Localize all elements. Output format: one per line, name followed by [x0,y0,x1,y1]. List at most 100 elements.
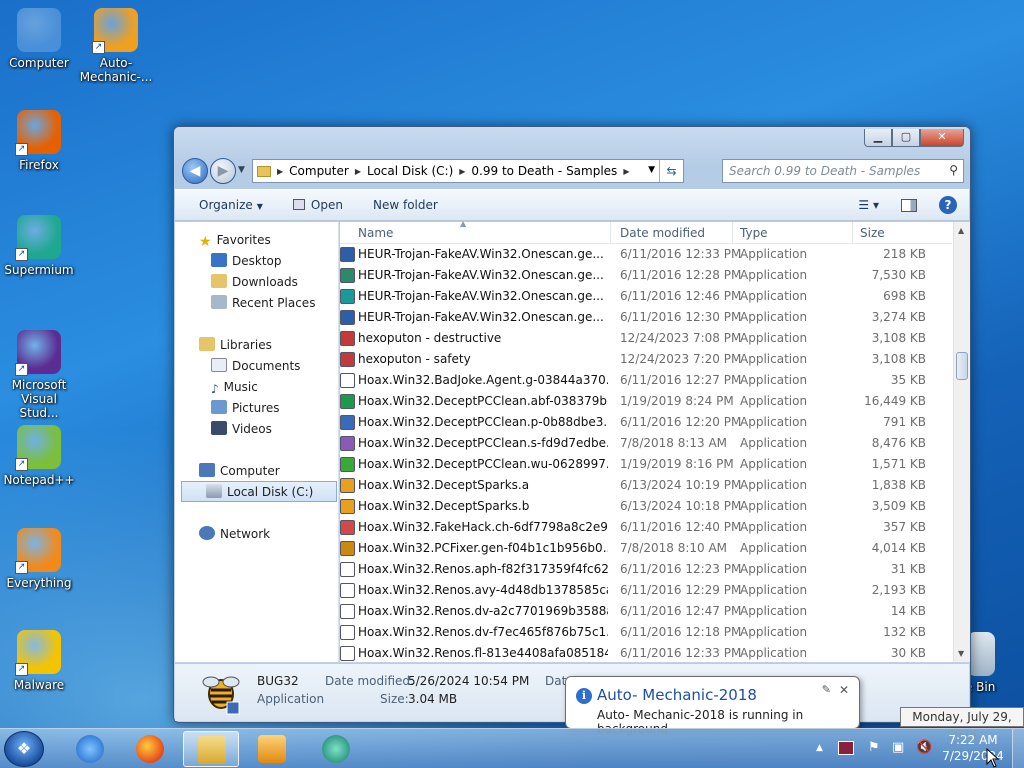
organize-button[interactable]: Organize ▼ [199,198,263,212]
desktop-icon-firefox[interactable]: ↗ Firefox [1,110,77,172]
desktop-icon [211,253,227,267]
taskbar-firefox[interactable] [122,731,178,767]
nav-network[interactable]: Network [199,524,363,545]
column-divider[interactable] [852,222,853,244]
table-row[interactable]: Hoax.Win32.DeceptSparks.b 6/13/2024 10:18… [340,496,952,517]
table-row[interactable]: hexoputon - safety 12/24/2023 7:20 PM Appl… [340,349,952,370]
desktop-icon-notepad-plus[interactable]: ↗ Notepad++ [1,425,77,487]
search-input[interactable]: Search 0.99 to Death - Samples ⚲ [722,159,964,183]
desktop-icon-computer[interactable]: Computer [1,8,77,70]
table-row[interactable]: Hoax.Win32.DeceptPCClean.abf-038379b... 1… [340,391,952,412]
action-center-flag-icon[interactable]: ⚑ [868,740,880,755]
desktop-icon-warning[interactable]: ↗ Malware [1,630,77,692]
tray-app-icon[interactable] [838,741,854,755]
scroll-down-icon[interactable]: ▼ [958,649,964,658]
scroll-up-icon[interactable]: ▲ [958,226,964,235]
file-type: Application [740,457,808,471]
file-name: Hoax.Win32.DeceptPCClean.abf-038379b... [358,394,608,408]
file-size: 7,530 KB [871,268,926,282]
close-icon[interactable]: ✕ [839,683,849,697]
breadcrumb-local-disk[interactable]: Local Disk (C:) [367,164,453,178]
file-size: 35 KB [890,373,926,387]
help-icon[interactable]: ? [939,196,957,214]
scroll-thumb[interactable] [956,352,968,380]
taskbar-media-player[interactable] [244,731,300,767]
mouse-cursor-icon [986,748,1000,768]
maximize-button[interactable]: ▢ [892,129,920,147]
table-row[interactable]: HEUR-Trojan-FakeAV.Win32.Onescan.ge... 6/… [340,307,952,328]
table-row[interactable]: HEUR-Trojan-FakeAV.Win32.Onescan.ge... 6/… [340,244,952,265]
table-row[interactable]: Hoax.Win32.DeceptPCClean.wu-0628997... 1/… [340,454,952,475]
new-folder-button[interactable]: New folder [373,198,438,212]
recent-pages-dropdown[interactable]: ▼ [238,165,245,175]
desktop-icon-visual-studio[interactable]: ↗ Microsoft Visual Stud... [1,330,77,420]
preview-pane-icon[interactable] [901,198,917,212]
file-size: 3,108 KB [871,331,926,345]
taskbar-explorer[interactable] [183,731,239,767]
column-name[interactable]: Name [358,226,393,240]
breadcrumb-separator[interactable]: ▶ [355,167,361,176]
show-desktop-button[interactable] [1012,729,1024,768]
taskbar-supermium[interactable] [308,731,364,767]
table-row[interactable]: HEUR-Trojan-FakeAV.Win32.Onescan.ge... 6/… [340,265,952,286]
start-button[interactable]: ❖ [4,731,44,767]
notification-balloon[interactable]: i Auto- Mechanic-2018 Auto- Mechanic-201… [565,676,860,736]
taskbar-internet-explorer[interactable] [62,731,118,767]
search-icon[interactable]: ⚲ [949,163,958,177]
table-row[interactable]: hexoputon - destructive 12/24/2023 7:08 P… [340,328,952,349]
table-row[interactable]: Hoax.Win32.Renos.dv-a2c7701969b3588a... 6… [340,601,952,622]
desktop-icon-label: Microsoft Visual Stud... [11,378,67,420]
back-button[interactable]: ◀ [182,158,208,184]
desktop-icon-supermium[interactable]: ↗ Supermium [1,215,77,277]
breadcrumb-separator[interactable]: ▶ [277,167,283,176]
open-button[interactable]: Open [292,198,343,212]
file-type: Application [740,415,808,429]
table-row[interactable]: Hoax.Win32.DeceptPCClean.s-fd9d7edbe... 7… [340,433,952,454]
network-icon [199,526,215,540]
table-row[interactable]: Hoax.Win32.Renos.dv-f7ec465f876b75c1... 6… [340,622,952,643]
forward-button[interactable]: ▶ [210,158,236,184]
table-row[interactable]: Hoax.Win32.Renos.fl-813e4408afa085184...… [340,643,952,664]
table-row[interactable]: Hoax.Win32.BadJoke.Agent.g-03844a370... 6… [340,370,952,391]
file-date: 6/11/2016 12:33 PM [620,247,742,261]
breadcrumb-computer[interactable]: Computer [289,164,349,178]
settings-icon[interactable]: ✎ [822,683,831,696]
breadcrumb-separator[interactable]: ▶ [623,167,629,176]
column-divider[interactable] [732,222,733,244]
refresh-icon[interactable]: ⇆ [659,160,683,182]
shortcut-arrow-icon: ↗ [92,41,105,54]
column-date[interactable]: Date modified [620,226,705,240]
desktop-icon-everything[interactable]: ↗ Everything [1,528,77,590]
breadcrumb-samples[interactable]: 0.99 to Death - Samples [471,164,617,178]
close-button[interactable]: ✕ [920,129,964,147]
volume-muted-icon[interactable]: 🔇 [916,740,932,755]
table-row[interactable]: Hoax.Win32.DeceptSparks.a 6/13/2024 10:19… [340,475,952,496]
table-row[interactable]: Hoax.Win32.Renos.aph-f82f317359f4fc62...… [340,559,952,580]
table-row[interactable]: Hoax.Win32.PCFixer.gen-f04b1c1b956b0... 7… [340,538,952,559]
folder-icon [198,736,226,764]
network-tray-icon[interactable]: ▣ [892,740,904,755]
view-options-icon[interactable]: ☰ ▾ [858,198,879,212]
open-label: Open [310,198,343,212]
desktop-icon-auto-mechanic[interactable]: ↗ Auto-Mechanic-... [78,8,154,84]
address-bar[interactable]: ▶ Computer ▶ Local Disk (C:) ▶ 0.99 to D… [252,159,684,183]
table-row[interactable]: Hoax.Win32.FakeHack.ch-6df7798a8c2e9... 6… [340,517,952,538]
column-size[interactable]: Size [860,226,885,240]
application-icon [340,415,355,430]
column-type[interactable]: Type [740,226,768,240]
table-row[interactable]: Hoax.Win32.Renos.avy-4d48db1378585ca... 6… [340,580,952,601]
vertical-scrollbar[interactable]: ▲ ▼ [953,222,970,662]
nav-local-disk[interactable]: Local Disk (C:) [181,481,337,502]
nav-favorites[interactable]: ★ Favorites [199,230,363,251]
column-divider[interactable] [610,222,611,244]
explorer-window[interactable]: ▁ ▢ ✕ ◀ ▶ ▼ ▶ Computer ▶ Local Disk (C:)… [173,126,971,723]
table-row[interactable]: Hoax.Win32.DeceptPCClean.p-0b88dbe3... 6/… [340,412,952,433]
nav-computer[interactable]: Computer [199,461,363,482]
breadcrumb-separator[interactable]: ▶ [459,167,465,176]
show-hidden-icons[interactable]: ▲ [816,743,823,753]
table-row[interactable]: HEUR-Trojan-FakeAV.Win32.Onescan.ge... 6/… [340,286,952,307]
minimize-button[interactable]: ▁ [864,129,892,147]
file-size: 8,476 KB [871,436,926,450]
nav-libraries[interactable]: Libraries [199,335,363,356]
address-dropdown-icon[interactable]: ▼ [648,165,655,175]
